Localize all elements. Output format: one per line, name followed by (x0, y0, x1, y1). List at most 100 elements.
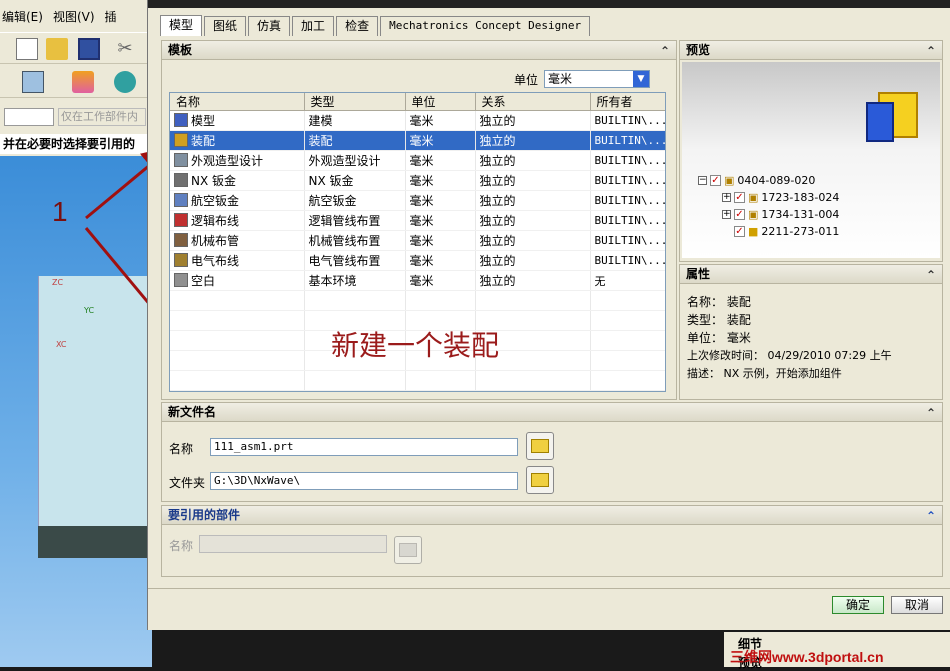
table-cell-unit: 毫米 (405, 110, 476, 131)
table-cell-owner: BUILTIN\... (590, 110, 665, 131)
open-folder-icon[interactable] (46, 38, 68, 60)
table-cell-name: NX 钣金 (170, 170, 305, 191)
table-row[interactable]: 电气布线 电气管线布置 毫米 独立的 BUILTIN\... (170, 250, 666, 271)
axis-zc-label: ZC (52, 278, 64, 287)
table-cell-name: 模型 (170, 110, 305, 131)
cell-text: 建模 (308, 114, 333, 128)
cell-text: BUILTIN\... (594, 254, 666, 267)
newfile-title: 新文件名 (168, 405, 217, 419)
table-cell-name: 航空钣金 (170, 190, 305, 211)
unit-select[interactable]: 毫米 ▼ (544, 70, 651, 88)
cell-text: BUILTIN\... (594, 174, 666, 187)
collapse-up-icon[interactable]: ⌃ (926, 507, 936, 525)
checkbox-checked-icon[interactable]: ✓ (734, 226, 745, 237)
cell-text: 装配 (308, 134, 333, 148)
dropdown-arrow-icon[interactable]: ▼ (633, 71, 650, 87)
menu-bar: 编辑(E) 视图(V) 插 (0, 8, 152, 28)
collapse-up-icon[interactable]: ⌃ (926, 266, 936, 284)
table-cell-type: 机械管线布置 (304, 230, 406, 251)
column-header-unit[interactable]: 单位 (405, 93, 476, 111)
empty-cell (170, 310, 305, 331)
add-component-icon[interactable] (114, 71, 136, 93)
cell-text: 独立的 (479, 234, 516, 248)
menu-edit[interactable]: 编辑(E) (2, 8, 43, 28)
table-cell-name: 电气布线 (170, 250, 305, 271)
collapse-up-icon[interactable]: ⌃ (926, 404, 936, 422)
expand-icon[interactable]: + (722, 193, 731, 202)
table-cell-name: 逻辑布线 (170, 210, 305, 231)
tree-node-child[interactable]: + ✓ ▣ 1734-131-004 (722, 208, 839, 221)
table-cell-type: 电气管线布置 (304, 250, 406, 271)
scope-filter[interactable]: 仅在工作部件内 (58, 108, 146, 126)
type-filter-dropdown[interactable] (4, 108, 54, 126)
cell-text: 毫米 (409, 174, 434, 188)
table-row[interactable]: 装配 装配 毫米 独立的 BUILTIN\... (170, 130, 666, 151)
cell-text: 毫米 (409, 134, 434, 148)
templates-header[interactable]: 模板 ⌃ (161, 40, 677, 60)
unit-row: 单位 毫米 ▼ (514, 70, 651, 88)
model-block-base (38, 526, 152, 558)
cancel-button[interactable]: 取消 (891, 596, 943, 614)
expand-icon[interactable]: + (722, 210, 731, 219)
component-icon[interactable] (22, 71, 44, 93)
table-cell-unit: 毫米 (405, 270, 476, 291)
table-cell-name: 机械布管 (170, 230, 305, 251)
cut-icon[interactable]: ✂ (114, 38, 136, 60)
tab-model[interactable]: 模型 (160, 15, 203, 36)
tree-node-root[interactable]: − ✓ ▣ 0404-089-020 (698, 174, 815, 187)
checkbox-checked-icon[interactable]: ✓ (734, 192, 745, 203)
checkbox-checked-icon[interactable]: ✓ (734, 209, 745, 220)
tree-node-child[interactable]: + ✓ ▣ 1723-183-024 (722, 191, 839, 204)
browse-folder-button[interactable] (526, 466, 554, 494)
cell-text: 独立的 (479, 214, 516, 228)
menu-insert[interactable]: 插 (105, 8, 117, 28)
properties-header[interactable]: 属性 ⌃ (679, 264, 943, 284)
ok-button[interactable]: 确定 (832, 596, 884, 614)
folder-label: 文件夹 (169, 476, 206, 490)
tab-drawing[interactable]: 图纸 (204, 16, 247, 36)
table-row[interactable]: 外观造型设计 外观造型设计 毫米 独立的 BUILTIN\... (170, 150, 665, 171)
empty-cell (405, 370, 476, 391)
table-row[interactable]: 机械布管 机械管线布置 毫米 独立的 BUILTIN\... (170, 230, 665, 251)
unit-selected-value: 毫米 (548, 72, 573, 86)
cell-text: BUILTIN\... (594, 134, 666, 147)
column-header-owner[interactable]: 所有者 (590, 93, 665, 111)
newfile-header[interactable]: 新文件名 ⌃ (161, 402, 943, 422)
folder-input[interactable]: G:\3D\NxWave\ (210, 472, 518, 490)
table-cell-unit: 毫米 (405, 210, 476, 231)
filename-input[interactable]: 111_asm1.prt (210, 438, 518, 456)
collapse-up-icon[interactable]: ⌃ (660, 42, 670, 60)
menu-view[interactable]: 视图(V) (53, 8, 95, 28)
cell-text: 毫米 (409, 194, 434, 208)
collapse-up-icon[interactable]: ⌃ (926, 42, 936, 60)
table-row[interactable]: 空白 基本环境 毫米 独立的 无 (170, 270, 665, 291)
table-row[interactable]: NX 钣金 NX 钣金 毫米 独立的 BUILTIN\... (170, 170, 666, 191)
collapse-icon[interactable]: − (698, 176, 707, 185)
checkbox-checked-icon[interactable]: ✓ (710, 175, 721, 186)
constraint-icon[interactable] (72, 71, 94, 93)
folder-icon (531, 473, 549, 487)
table-cell-relation: 独立的 (475, 250, 591, 271)
tree-node-child[interactable]: ✓ ■ 2211-273-011 (734, 225, 839, 238)
new-file-icon[interactable] (16, 38, 38, 60)
preview-title: 预览 (686, 43, 711, 57)
save-icon[interactable] (78, 38, 100, 60)
tab-simulation[interactable]: 仿真 (248, 16, 291, 36)
column-header-type[interactable]: 类型 (304, 93, 406, 111)
table-row[interactable]: 航空钣金 航空钣金 毫米 独立的 BUILTIN\... (170, 190, 665, 211)
table-cell-owner: BUILTIN\... (590, 170, 666, 191)
empty-cell (590, 290, 665, 311)
column-header-relation[interactable]: 关系 (475, 93, 591, 111)
standard-toolbar: ✂ (0, 32, 152, 64)
tab-inspection[interactable]: 检查 (336, 16, 379, 36)
graphics-viewport[interactable]: ZC YC XC (0, 156, 152, 667)
table-row[interactable]: 模型 建模 毫米 独立的 BUILTIN\... (170, 110, 665, 131)
refparts-header[interactable]: 要引用的部件 ⌃ (161, 505, 943, 525)
preview-header[interactable]: 预览 ⌃ (679, 40, 943, 60)
browse-name-button[interactable] (526, 432, 554, 460)
table-row[interactable]: 逻辑布线 逻辑管线布置 毫米 独立的 BUILTIN\... (170, 210, 665, 231)
tab-mechatronics[interactable]: Mechatronics Concept Designer (380, 16, 591, 36)
column-header-name[interactable]: 名称 (170, 93, 305, 111)
tab-manufacturing[interactable]: 加工 (292, 16, 335, 36)
empty-cell (170, 370, 305, 391)
